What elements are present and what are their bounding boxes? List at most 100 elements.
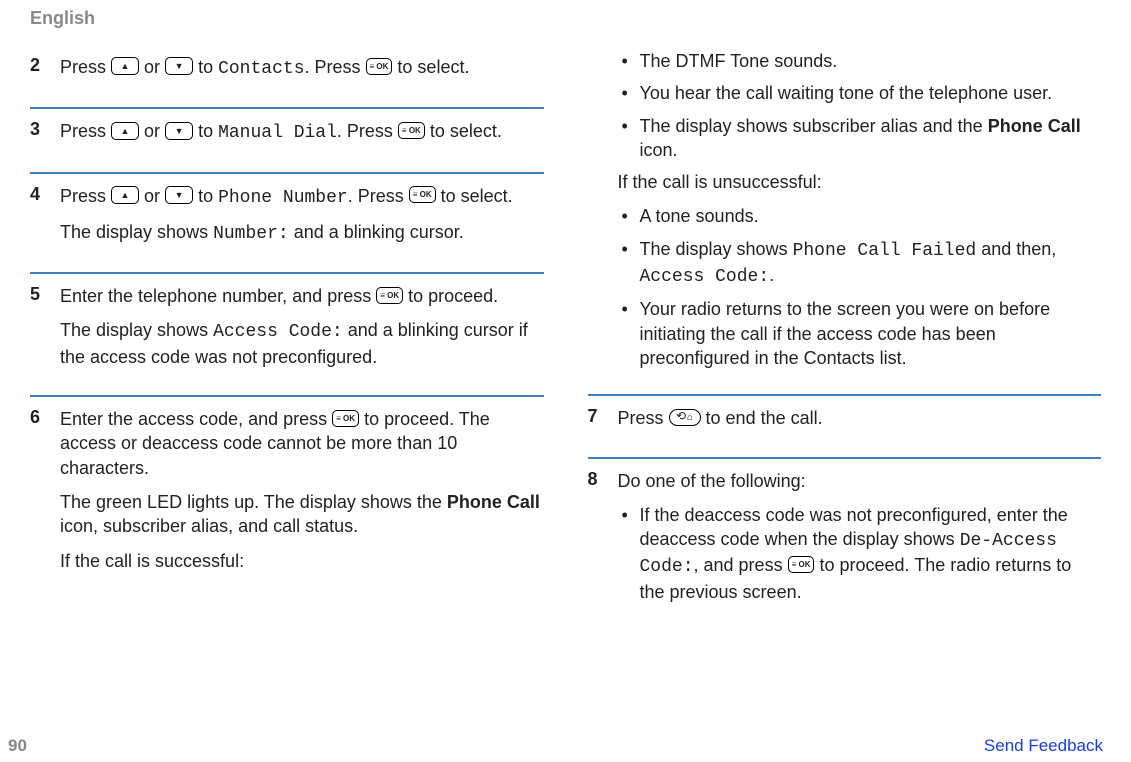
text-fragment: The display shows — [60, 320, 213, 340]
display-call-failed: Phone Call Failed — [793, 241, 977, 261]
text-fragment: Press — [618, 408, 669, 428]
step-5-number: 5 — [30, 284, 46, 379]
text-fragment: to select. — [441, 186, 513, 206]
menu-item-manual-dial: Manual Dial — [218, 123, 337, 143]
step-8-intro: Do one of the following: — [618, 469, 1102, 493]
text-fragment: icon, subscriber alias, and call status. — [60, 516, 358, 536]
text-fragment: and then, — [976, 239, 1056, 259]
text-fragment: Press — [60, 57, 111, 77]
text-fragment: . — [769, 265, 774, 285]
text-fragment: . Press — [305, 57, 366, 77]
failure-bullets: A tone sounds. The display shows Phone C… — [618, 204, 1102, 370]
nav-down-icon — [165, 122, 193, 140]
step-6-continued: The DTMF Tone sounds. You hear the call … — [588, 49, 1102, 392]
step-3-text: Press or to Manual Dial. Press to select… — [60, 119, 544, 145]
text-fragment: . Press — [348, 186, 409, 206]
text-fragment: Enter the access code, and press — [60, 409, 332, 429]
divider — [30, 107, 544, 109]
text-fragment: to — [198, 186, 218, 206]
text-fragment: or — [144, 186, 165, 206]
text-fragment: and a blinking cursor. — [289, 222, 464, 242]
display-number-label: Number: — [213, 224, 289, 244]
bullet-tone: A tone sounds. — [618, 204, 1102, 228]
text-fragment: Enter the telephone number, and press — [60, 286, 376, 306]
nav-down-icon — [165, 57, 193, 75]
text-fragment: . Press — [337, 121, 398, 141]
phone-call-icon-label: Phone Call — [988, 116, 1081, 136]
text-fragment: to — [198, 57, 218, 77]
text-fragment: icon. — [640, 140, 678, 160]
page-number: 90 — [8, 736, 27, 756]
page-header-language: English — [30, 0, 1101, 29]
text-fragment: The green LED lights up. The display sho… — [60, 492, 447, 512]
text-fragment: to — [198, 121, 218, 141]
step-5: 5 Enter the telephone number, and press … — [30, 278, 544, 393]
text-fragment: to select. — [397, 57, 469, 77]
bullet-dtmf: The DTMF Tone sounds. — [618, 49, 1102, 73]
ok-button-icon — [332, 410, 359, 427]
step-4-number: 4 — [30, 184, 46, 257]
text-fragment: or — [144, 57, 165, 77]
text-fragment: The display shows — [60, 222, 213, 242]
phone-call-icon-label: Phone Call — [447, 492, 540, 512]
bullet-waiting-tone: You hear the call waiting tone of the te… — [618, 81, 1102, 105]
step-4: 4 Press or to Phone Number. Press to sel… — [30, 178, 544, 271]
step-8-number: 8 — [588, 469, 604, 612]
step-8-bullets: If the deaccess code was not preconfigur… — [618, 503, 1102, 604]
nav-up-icon — [111, 57, 139, 75]
step-4-text-2: The display shows Number: and a blinking… — [60, 220, 544, 246]
text-fragment: Press — [60, 121, 111, 141]
unsuccessful-heading: If the call is unsuccessful: — [618, 170, 1102, 194]
bullet-failed-display: The display shows Phone Call Failed and … — [618, 237, 1102, 290]
nav-up-icon — [111, 122, 139, 140]
left-column: 2 Press or to Contacts. Press to select. — [30, 49, 544, 626]
step-3-number: 3 — [30, 119, 46, 155]
text-fragment: The display shows subscriber alias and t… — [640, 116, 988, 136]
display-access-code-label: Access Code: — [213, 322, 343, 342]
bullet-return-screen: Your radio returns to the screen you wer… — [618, 297, 1102, 370]
step-7: 7 Press to end the call. — [588, 400, 1102, 454]
step-5-text-1: Enter the telephone number, and press to… — [60, 284, 544, 308]
display-access-code-label: Access Code: — [640, 267, 770, 287]
ok-button-icon — [398, 122, 425, 139]
menu-item-contacts: Contacts — [218, 59, 304, 79]
step-8: 8 Do one of the following: If the deacce… — [588, 463, 1102, 626]
right-column: The DTMF Tone sounds. You hear the call … — [588, 49, 1102, 626]
text-fragment: to end the call. — [706, 408, 823, 428]
text-fragment: , and press — [694, 555, 788, 575]
end-call-icon — [669, 409, 701, 426]
step-6-text-3: If the call is successful: — [60, 549, 544, 573]
bullet-display-alias: The display shows subscriber alias and t… — [618, 114, 1102, 163]
text-fragment: to select. — [430, 121, 502, 141]
divider — [30, 172, 544, 174]
success-bullets: The DTMF Tone sounds. You hear the call … — [618, 49, 1102, 162]
text-fragment: or — [144, 121, 165, 141]
step-2-text: Press or to Contacts. Press to select. — [60, 55, 544, 81]
ok-button-icon — [376, 287, 403, 304]
nav-down-icon — [165, 186, 193, 204]
step-5-text-2: The display shows Access Code: and a bli… — [60, 318, 544, 369]
ok-button-icon — [788, 556, 815, 573]
text-fragment: Press — [60, 186, 111, 206]
step-2: 2 Press or to Contacts. Press to select. — [30, 49, 544, 105]
step-4-text-1: Press or to Phone Number. Press to selec… — [60, 184, 544, 210]
bullet-deaccess: If the deaccess code was not preconfigur… — [618, 503, 1102, 604]
step-6-number: 6 — [30, 407, 46, 583]
menu-item-phone-number: Phone Number — [218, 188, 348, 208]
step-7-number: 7 — [588, 406, 604, 440]
divider — [588, 394, 1102, 396]
step-7-text: Press to end the call. — [618, 406, 1102, 430]
ok-button-icon — [409, 186, 436, 203]
step-3: 3 Press or to Manual Dial. Press to sele… — [30, 113, 544, 169]
divider — [30, 395, 544, 397]
step-6: 6 Enter the access code, and press to pr… — [30, 401, 544, 597]
step-6-text-1: Enter the access code, and press to proc… — [60, 407, 544, 480]
step-2-number: 2 — [30, 55, 46, 91]
send-feedback-link[interactable]: Send Feedback — [984, 736, 1103, 756]
divider — [30, 272, 544, 274]
ok-button-icon — [366, 58, 393, 75]
text-fragment: to proceed. — [408, 286, 498, 306]
step-6-text-2: The green LED lights up. The display sho… — [60, 490, 544, 539]
text-fragment: The display shows — [640, 239, 793, 259]
divider — [588, 457, 1102, 459]
